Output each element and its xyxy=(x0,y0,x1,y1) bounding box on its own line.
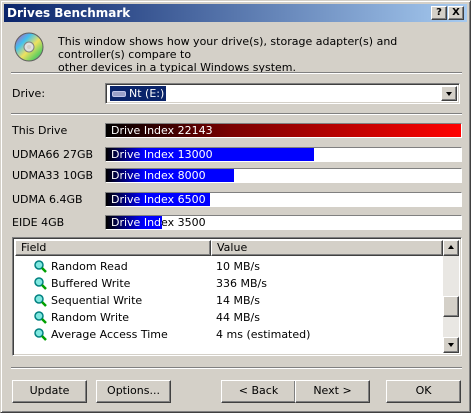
next-button[interactable]: Next > xyxy=(295,380,370,403)
column-header-value[interactable]: Value xyxy=(211,240,443,256)
next-button-label: Next > xyxy=(313,384,352,397)
list-item[interactable]: Random Write 44 MB/s xyxy=(15,309,445,326)
benchmark-label: UDMA 6.4GB xyxy=(12,193,83,206)
ok-button[interactable]: OK xyxy=(386,380,461,403)
benchmark-window: Drives Benchmark ? X This window shows h… xyxy=(0,0,471,413)
benchmark-bar: Drive Index 13000 xyxy=(105,147,462,162)
scroll-down-button[interactable] xyxy=(443,337,459,353)
drive-dropdown-value: Nt (E:) xyxy=(129,87,165,100)
benchmark-label: This Drive xyxy=(12,124,68,137)
separator xyxy=(11,367,462,369)
field-cell: Sequential Write xyxy=(51,294,143,307)
ok-button-label: OK xyxy=(415,384,432,397)
benchmark-bar: Drive Index 3500Drive Index 3500 xyxy=(105,215,462,230)
field-cell: Buffered Write xyxy=(51,277,131,290)
list-item[interactable]: Buffered Write 336 MB/s xyxy=(15,275,445,292)
benchmark-bar: Drive Index 22143 xyxy=(105,123,462,138)
field-cell: Random Read xyxy=(51,260,128,273)
results-list[interactable]: Field Value Random Read 10 MB/s Buffered W… xyxy=(12,237,462,356)
benchmark-bar: Drive Index 6500 Drive Index 6500 xyxy=(105,192,462,207)
benchmark-bar-text-overflow: Drive Index 3500 xyxy=(162,216,461,229)
magnifier-icon xyxy=(34,294,47,307)
benchmark-bar-text: Drive Index 8000 xyxy=(111,169,206,182)
value-cell: 336 MB/s xyxy=(216,277,267,290)
arrow-up-icon xyxy=(448,245,454,249)
back-button-label: < Back xyxy=(238,384,279,397)
dropdown-arrow-button[interactable] xyxy=(441,86,457,101)
list-item[interactable]: Sequential Write 14 MB/s xyxy=(15,292,445,309)
benchmark-label: UDMA33 10GB xyxy=(12,169,94,182)
chevron-down-icon xyxy=(446,92,452,96)
benchmark-label: EIDE 4GB xyxy=(12,216,65,229)
update-button[interactable]: Update xyxy=(12,380,87,403)
benchmark-bar-text: Drive Index 6500 xyxy=(111,193,206,206)
scroll-thumb[interactable] xyxy=(443,296,459,317)
separator xyxy=(11,72,462,74)
options-button[interactable]: Options... xyxy=(96,380,171,403)
drive-dropdown-selection: Nt (E:) xyxy=(110,86,167,101)
benchmark-bar-text: Drive Index 22143 xyxy=(111,124,213,137)
cd-disc-icon xyxy=(14,32,44,62)
options-button-label: Options... xyxy=(107,384,160,397)
magnifier-icon xyxy=(34,328,47,341)
column-header-field[interactable]: Field xyxy=(15,240,211,256)
separator xyxy=(11,113,462,115)
value-cell: 4 ms (estimated) xyxy=(216,328,311,341)
back-button[interactable]: < Back xyxy=(221,380,296,403)
benchmark-bar-text-shadow: Drive Index 3500 xyxy=(162,216,206,229)
benchmark-bar-text: Drive Index 13000 xyxy=(111,148,213,161)
arrow-down-icon xyxy=(448,343,454,347)
intro-description: This window shows how your drive(s), sto… xyxy=(58,35,398,74)
benchmark-bar: Drive Index 8000 xyxy=(105,168,462,183)
hard-drive-icon xyxy=(112,90,126,97)
drive-label: Drive: xyxy=(12,87,46,100)
window-title: Drives Benchmark xyxy=(7,6,131,20)
drive-dropdown[interactable]: Nt (E:) xyxy=(105,83,460,104)
value-cell: 14 MB/s xyxy=(216,294,260,307)
scroll-up-button[interactable] xyxy=(443,240,459,256)
update-button-label: Update xyxy=(29,384,70,397)
field-cell: Random Write xyxy=(51,311,130,324)
magnifier-icon xyxy=(34,311,47,324)
list-item[interactable]: Average Access Time 4 ms (estimated) xyxy=(15,326,445,343)
list-item[interactable]: Random Read 10 MB/s xyxy=(15,258,445,275)
field-cell: Average Access Time xyxy=(51,328,168,341)
close-button[interactable]: X xyxy=(448,6,464,20)
benchmark-label: UDMA66 27GB xyxy=(12,148,94,161)
magnifier-icon xyxy=(34,277,47,290)
vertical-scrollbar[interactable] xyxy=(443,240,459,353)
magnifier-icon xyxy=(34,260,47,273)
value-cell: 44 MB/s xyxy=(216,311,260,324)
benchmark-bar-text-overflow: Drive Index 6500 xyxy=(210,193,461,206)
title-bar[interactable]: Drives Benchmark ? X xyxy=(4,4,467,22)
help-button[interactable]: ? xyxy=(431,6,447,20)
value-cell: 10 MB/s xyxy=(216,260,260,273)
